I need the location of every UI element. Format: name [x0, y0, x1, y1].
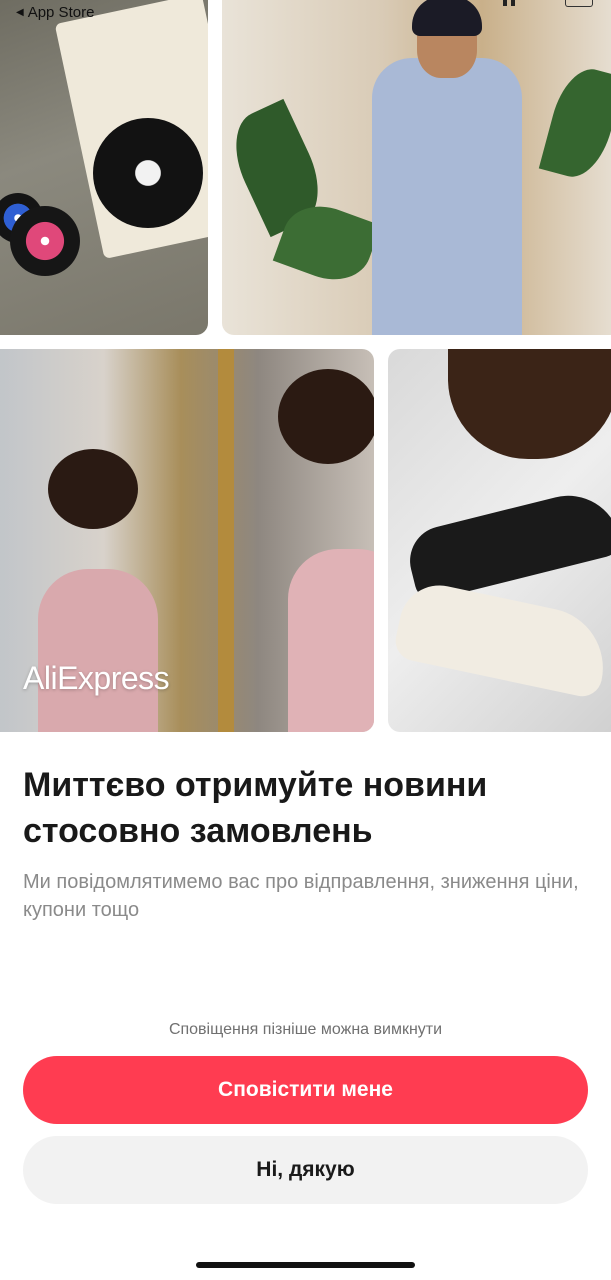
- status-indicators: [503, 0, 593, 8]
- hero-image-sneakers: [388, 349, 611, 732]
- beanie-shape: [412, 0, 482, 36]
- signal-icon: [503, 0, 507, 6]
- signal-icon: [511, 0, 515, 6]
- person-hair-shape: [448, 349, 611, 459]
- person-shape: [372, 58, 522, 335]
- battery-icon: [565, 0, 593, 7]
- hero-image-record-player: [0, 0, 208, 335]
- person-hair-shape: [48, 449, 138, 529]
- back-label: App Store: [27, 4, 95, 21]
- vinyl-record-shape: [10, 206, 80, 276]
- home-indicator[interactable]: [196, 1262, 415, 1268]
- mirror-frame-shape: [218, 349, 234, 732]
- person-shape: [38, 569, 158, 732]
- notify-me-button[interactable]: Сповістити мене: [23, 1056, 588, 1124]
- aliexpress-logo: AliExpress: [23, 660, 170, 696]
- person-hair-shape: [278, 369, 374, 464]
- no-thanks-button[interactable]: Ні, дякую: [23, 1136, 588, 1204]
- notification-hint: Сповіщення пізніше можна вимкнути: [168, 1021, 443, 1038]
- hero-image-man-with-plants: [222, 0, 611, 335]
- plant-leaf-shape: [538, 62, 611, 184]
- back-triangle-icon: ◀: [16, 6, 24, 18]
- page-subtitle: Ми повідомлятимемо вас про відправлення,…: [23, 871, 579, 921]
- sneaker-shape: [391, 578, 611, 700]
- vinyl-record-shape: [93, 118, 203, 228]
- person-shape: [288, 549, 374, 732]
- back-to-app-store[interactable]: ◀ App Store: [16, 4, 94, 21]
- page-title: Миттєво отримуйте новини стосовно замовл…: [23, 766, 488, 850]
